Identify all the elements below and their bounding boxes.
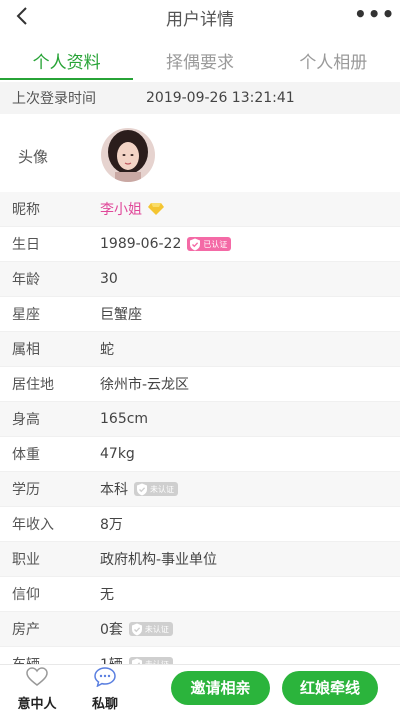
zodiac-value: 巨蟹座 (100, 307, 142, 323)
last-login-label: 上次登录时间 (12, 91, 96, 107)
row-occupation: 职业 政府机构-事业单位 (0, 542, 400, 577)
private-chat-button[interactable]: 私聊 (80, 667, 130, 711)
avatar[interactable] (101, 128, 155, 182)
property-label: 房产 (12, 622, 40, 638)
tab-partner-requirements[interactable]: 择偶要求 (133, 38, 266, 82)
education-value: 本科 (100, 482, 128, 498)
birthday-label: 生日 (12, 237, 40, 253)
avatar-row: 头像 (0, 114, 400, 194)
age-value: 30 (100, 271, 118, 287)
matchmaker-button[interactable]: 红娘牵线 (282, 671, 378, 705)
religion-label: 信仰 (12, 587, 40, 603)
unverified-badge-text: 未认证 (144, 624, 169, 634)
occupation-value: 政府机构-事业单位 (100, 552, 218, 568)
avatar-label: 头像 (18, 148, 49, 166)
verified-badge: 已认证 (187, 237, 232, 251)
row-weight: 体重 47kg (0, 437, 400, 472)
income-label: 年收入 (12, 517, 54, 533)
page-title: 用户详情 (166, 10, 234, 30)
property-value: 0套 (100, 622, 123, 638)
bottom-action-bar: 意中人 私聊 邀请相亲 红娘牵线 (0, 664, 400, 711)
more-menu-button[interactable]: ••• (354, 2, 394, 26)
chat-label: 私聊 (91, 697, 118, 711)
shield-check-icon (131, 623, 142, 635)
age-label: 年龄 (12, 272, 40, 288)
shield-check-icon (137, 483, 147, 495)
residence-label: 居住地 (12, 377, 54, 393)
row-education: 学历 本科 未认证 (0, 472, 400, 507)
zodiac-label: 星座 (12, 307, 40, 323)
weight-value: 47kg (100, 446, 135, 462)
profile-tabs: 个人资料 择偶要求 个人相册 (0, 38, 400, 82)
row-annual-income: 年收入 8万 (0, 507, 400, 542)
heart-icon (26, 667, 48, 686)
verified-badge-text: 已认证 (203, 239, 228, 249)
religion-value: 无 (100, 587, 114, 603)
top-bar: 用户详情 ••• (0, 0, 400, 34)
shield-check-icon (190, 238, 201, 250)
nickname-value: 李小姐 (100, 202, 142, 218)
weight-label: 体重 (12, 447, 40, 463)
height-label: 身高 (12, 412, 40, 428)
income-value: 8万 (100, 517, 123, 533)
row-religion: 信仰 无 (0, 577, 400, 612)
last-login-value: 2019-09-26 13:21:41 (146, 90, 295, 106)
height-value: 165cm (100, 411, 149, 427)
row-chinese-zodiac: 属相 蛇 (0, 332, 400, 367)
row-age: 年龄 30 (0, 262, 400, 297)
row-zodiac: 星座 巨蟹座 (0, 297, 400, 332)
row-property: 房产 0套 未认证 (0, 612, 400, 647)
like-label: 意中人 (17, 697, 57, 711)
row-birthday: 生日 1989-06-22 已认证 (0, 227, 400, 262)
tab-photo-album[interactable]: 个人相册 (267, 38, 400, 82)
unverified-badge: 未认证 (134, 482, 178, 496)
tab-profile[interactable]: 个人资料 (0, 38, 134, 82)
diamond-icon (148, 203, 164, 215)
last-login-row: 上次登录时间 2019-09-26 13:21:41 (0, 82, 400, 114)
residence-value: 徐州市-云龙区 (100, 377, 190, 393)
chat-bubble-icon (94, 667, 116, 688)
occupation-label: 职业 (12, 552, 40, 568)
chinese-zodiac-label: 属相 (12, 342, 40, 358)
education-label: 学历 (12, 482, 40, 498)
unverified-badge-text: 未认证 (150, 484, 174, 494)
nickname-label: 昵称 (12, 202, 40, 218)
row-nickname: 昵称 李小姐 (0, 192, 400, 227)
chinese-zodiac-value: 蛇 (100, 342, 114, 358)
row-residence: 居住地 徐州市-云龙区 (0, 367, 400, 402)
unverified-badge: 未认证 (128, 622, 173, 636)
invite-date-button[interactable]: 邀请相亲 (171, 671, 270, 705)
birthday-value: 1989-06-22 (100, 236, 182, 252)
row-height: 身高 165cm (0, 402, 400, 437)
like-button[interactable]: 意中人 (12, 667, 62, 711)
